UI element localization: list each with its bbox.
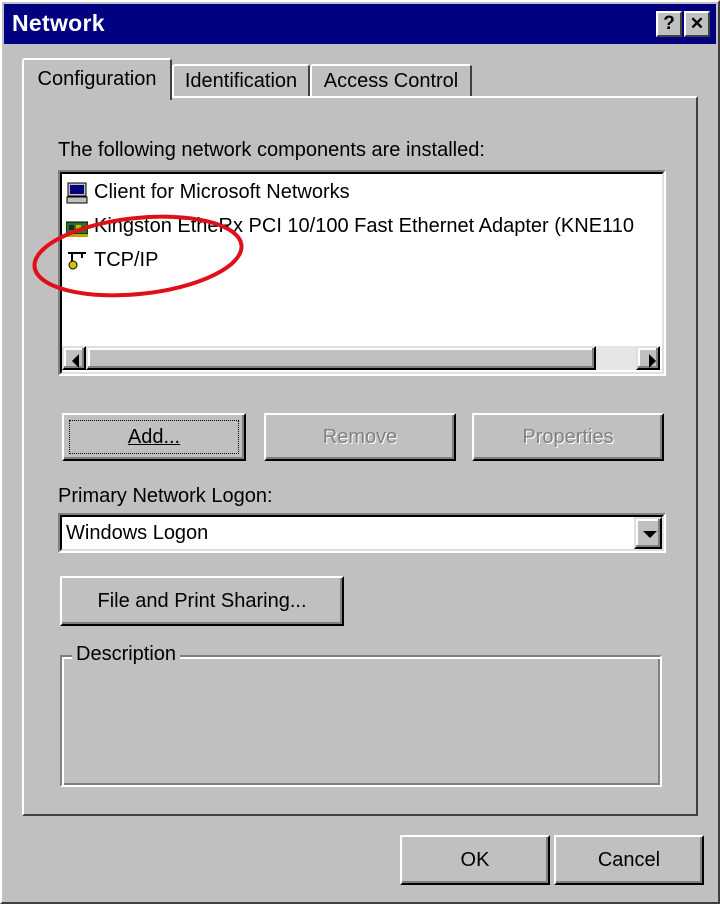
chevron-down-icon <box>643 531 657 538</box>
properties-button[interactable]: Properties <box>472 413 664 461</box>
primary-logon-value: Windows Logon <box>66 522 209 544</box>
cancel-button[interactable]: Cancel <box>554 835 704 885</box>
components-label: The following network components are ins… <box>58 139 485 161</box>
network-dialog: Network ? ✕ Configuration Identification… <box>0 0 720 904</box>
tab-identification[interactable]: Identification <box>172 64 310 98</box>
title-bar[interactable]: Network ? ✕ <box>4 4 716 44</box>
right-arrow-icon <box>649 354 656 368</box>
tab-access-control[interactable]: Access Control <box>310 64 472 98</box>
scroll-left-button[interactable] <box>62 346 86 370</box>
tab-configuration-label: Configuration <box>37 68 157 90</box>
scroll-right-button[interactable] <box>636 346 660 370</box>
remove-button[interactable]: Remove <box>264 413 456 461</box>
close-icon: ✕ <box>689 14 705 33</box>
properties-button-label: Properties <box>522 426 614 448</box>
tab-join <box>26 96 168 100</box>
tab-access-control-label: Access Control <box>323 70 459 92</box>
dropdown-button[interactable] <box>634 517 662 549</box>
remove-button-label: Remove <box>322 426 398 448</box>
horizontal-scrollbar[interactable] <box>62 346 660 370</box>
highlight-circle <box>32 214 244 298</box>
left-arrow-icon <box>72 354 79 368</box>
add-button-label: Add... <box>127 426 181 448</box>
description-group <box>60 655 662 787</box>
close-button[interactable]: ✕ <box>684 11 710 37</box>
window-title: Network <box>12 10 105 36</box>
list-item-label: Client for Microsoft Networks <box>94 181 350 203</box>
cancel-button-label: Cancel <box>597 849 661 871</box>
network-client-icon <box>66 182 88 204</box>
primary-logon-label: Primary Network Logon: <box>58 485 273 507</box>
help-button[interactable]: ? <box>656 11 682 37</box>
scroll-thumb[interactable] <box>86 346 596 370</box>
ok-button-label: OK <box>460 849 490 871</box>
add-button[interactable]: Add... <box>62 413 246 461</box>
file-print-sharing-button[interactable]: File and Print Sharing... <box>60 576 344 626</box>
tab-configuration[interactable]: Configuration <box>22 58 172 100</box>
file-print-sharing-label: File and Print Sharing... <box>97 590 307 612</box>
description-label: Description <box>72 643 181 666</box>
tab-identification-label: Identification <box>184 70 298 92</box>
help-icon: ? <box>663 13 675 34</box>
primary-logon-select[interactable]: Windows Logon <box>58 513 666 553</box>
ok-button[interactable]: OK <box>400 835 550 885</box>
